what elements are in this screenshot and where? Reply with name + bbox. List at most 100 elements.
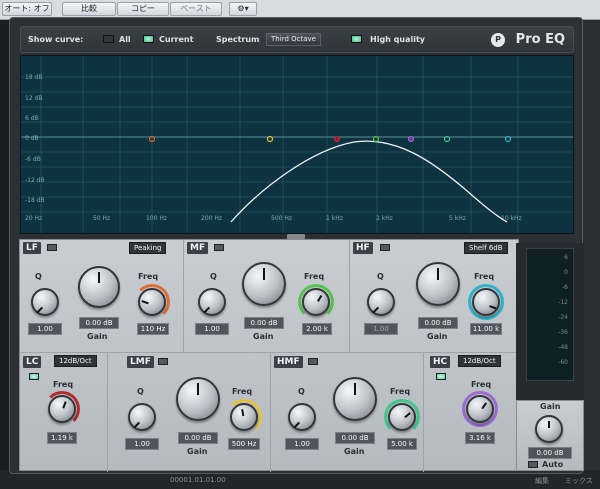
lc-label: LC	[23, 356, 42, 368]
compare-button[interactable]: 比較	[62, 2, 116, 16]
hf-gain-knob[interactable]	[416, 262, 460, 306]
hmf-enable-toggle[interactable]	[308, 358, 318, 365]
hc-enable-toggle[interactable]	[436, 373, 446, 380]
hmf-freq-value[interactable]: 5.00 k	[387, 438, 417, 450]
eq-graph-svg[interactable]: 18 dB 12 dB 6 dB 0 dB -6 dB -12 dB -18 d…	[21, 56, 574, 234]
high-quality-toggle[interactable]	[351, 35, 362, 43]
auto-label: Auto	[542, 460, 564, 469]
current-label: Current	[159, 35, 194, 44]
meter-scale-label: 0	[564, 269, 568, 276]
mf-freq-value[interactable]: 2.00 k	[302, 323, 332, 335]
hf-q-value[interactable]: 1.00	[364, 323, 398, 335]
auto-toggle[interactable]	[528, 461, 538, 468]
lmf-label: LMF	[127, 356, 154, 368]
lmf-q-knob[interactable]	[128, 403, 156, 431]
lf-q-knob[interactable]	[31, 288, 59, 316]
paste-button[interactable]: ペースト	[170, 2, 222, 16]
hf-section: HF Shelf 6dB Q 1.00 0.00 dB Gain Freq 11…	[350, 240, 520, 352]
hmf-freq-knob[interactable]	[388, 403, 416, 431]
hc-freq-label: Freq	[471, 380, 492, 389]
hmf-q-label: Q	[298, 387, 305, 396]
db-label: 12 dB	[25, 95, 42, 102]
gear-icon: ⚙▾	[237, 4, 249, 13]
mf-enable-toggle[interactable]	[214, 244, 224, 251]
lf-gain-value[interactable]: 0.00 dB	[79, 317, 119, 329]
lf-freq-label: Freq	[138, 272, 159, 281]
lc-freq-value[interactable]: 1.19 k	[47, 432, 77, 444]
settings-button[interactable]: ⚙▾	[229, 2, 257, 16]
lmf-q-label: Q	[137, 387, 144, 396]
lf-freq-value[interactable]: 110 Hz	[137, 323, 169, 335]
freq-label: 20 Hz	[25, 215, 42, 222]
meter-scale-label: -36	[558, 329, 568, 336]
output-meter: 6 0 -6 -12 -24 -36 -48 -60	[516, 243, 584, 400]
lmf-gain-value[interactable]: 0.00 dB	[178, 432, 218, 444]
mf-gain-value[interactable]: 0.00 dB	[244, 317, 284, 329]
hf-gain-value[interactable]: 0.00 dB	[418, 317, 458, 329]
hf-enable-toggle[interactable]	[380, 244, 390, 251]
auto-off-button[interactable]: オート: オフ	[2, 2, 52, 16]
hc-freq-knob[interactable]	[466, 395, 494, 423]
hmf-q-knob[interactable]	[288, 403, 316, 431]
hf-mode-select[interactable]: Shelf 6dB	[464, 242, 508, 254]
db-label: 0 dB	[25, 135, 39, 142]
output-gain-knob[interactable]	[535, 415, 563, 443]
meter-scale-label: -60	[558, 359, 568, 366]
grid	[21, 56, 573, 233]
current-toggle[interactable]	[143, 35, 154, 43]
lf-mode-select[interactable]: Peaking	[129, 242, 167, 254]
hf-freq-knob[interactable]	[472, 288, 500, 316]
hmf-q-value[interactable]: 1.00	[285, 438, 319, 450]
lmf-q-value[interactable]: 1.00	[125, 438, 159, 450]
hf-q-label: Q	[377, 272, 384, 281]
hf-q-knob[interactable]	[367, 288, 395, 316]
hmf-freq-label: Freq	[390, 387, 411, 396]
hf-freq-value[interactable]: 11.00 k	[470, 323, 502, 335]
lf-enable-toggle[interactable]	[47, 244, 57, 251]
meter-scale-label: -24	[558, 314, 568, 321]
lc-freq-knob[interactable]	[48, 395, 76, 423]
app-root: オート: オフ 比較 コピー ペースト ⚙▾ 00001.01.01.00 編集…	[0, 0, 600, 489]
lf-gain-label: Gain	[87, 332, 108, 341]
output-gain-value[interactable]: 0.00 dB	[528, 447, 572, 459]
lc-mode-select[interactable]: 12dB/Oct	[54, 355, 97, 367]
mf-q-knob[interactable]	[198, 288, 226, 316]
mf-gain-knob[interactable]	[242, 262, 286, 306]
mix-tab[interactable]: ミックス	[565, 476, 593, 486]
hc-mode-select[interactable]: 12dB/Oct	[458, 355, 501, 367]
edit-tab[interactable]: 編集	[535, 476, 549, 486]
lmf-freq-knob[interactable]	[230, 403, 258, 431]
hc-label: HC	[430, 356, 451, 368]
position-display: 00001.01.01.00	[170, 476, 226, 484]
lc-enable-toggle[interactable]	[29, 373, 39, 380]
hmf-section: HMF Q 1.00 0.00 dB Gain Freq 5.00 k	[271, 353, 424, 472]
lmf-freq-value[interactable]: 500 Hz	[228, 438, 260, 450]
mf-freq-knob[interactable]	[302, 288, 330, 316]
lmf-gain-knob[interactable]	[176, 377, 220, 421]
lf-gain-knob[interactable]	[78, 266, 120, 308]
mf-q-value[interactable]: 1.00	[195, 323, 229, 335]
lf-q-value[interactable]: 1.00	[28, 323, 62, 335]
hc-handle[interactable]	[407, 135, 415, 143]
lc-handle[interactable]	[333, 135, 341, 143]
hc-freq-value[interactable]: 3.16 k	[465, 432, 495, 444]
hmf-gain-knob[interactable]	[333, 377, 377, 421]
freq-label: 1 kHz	[326, 215, 343, 222]
freq-label: 200 Hz	[201, 215, 222, 222]
mf-q-label: Q	[210, 272, 217, 281]
mf-gain-label: Gain	[253, 332, 274, 341]
hf-gain-label: Gain	[427, 332, 448, 341]
db-label: -12 dB	[25, 177, 45, 184]
copy-button[interactable]: コピー	[117, 2, 169, 16]
hmf-gain-value[interactable]: 0.00 dB	[335, 432, 375, 444]
freq-label: 2 kHz	[376, 215, 393, 222]
all-toggle[interactable]	[103, 35, 114, 43]
spectrum-mode-select[interactable]: Third Octave	[266, 33, 321, 46]
lf-label: LF	[23, 242, 41, 254]
lmf-enable-toggle[interactable]	[158, 358, 168, 365]
meter-screen: 6 0 -6 -12 -24 -36 -48 -60	[526, 248, 574, 381]
db-label: 18 dB	[25, 74, 42, 81]
eq-graph[interactable]: 18 dB 12 dB 6 dB 0 dB -6 dB -12 dB -18 d…	[20, 55, 574, 234]
lf-freq-knob[interactable]	[138, 288, 166, 316]
top-bar: Show curve: All Current Spectrum Third O…	[20, 26, 574, 53]
